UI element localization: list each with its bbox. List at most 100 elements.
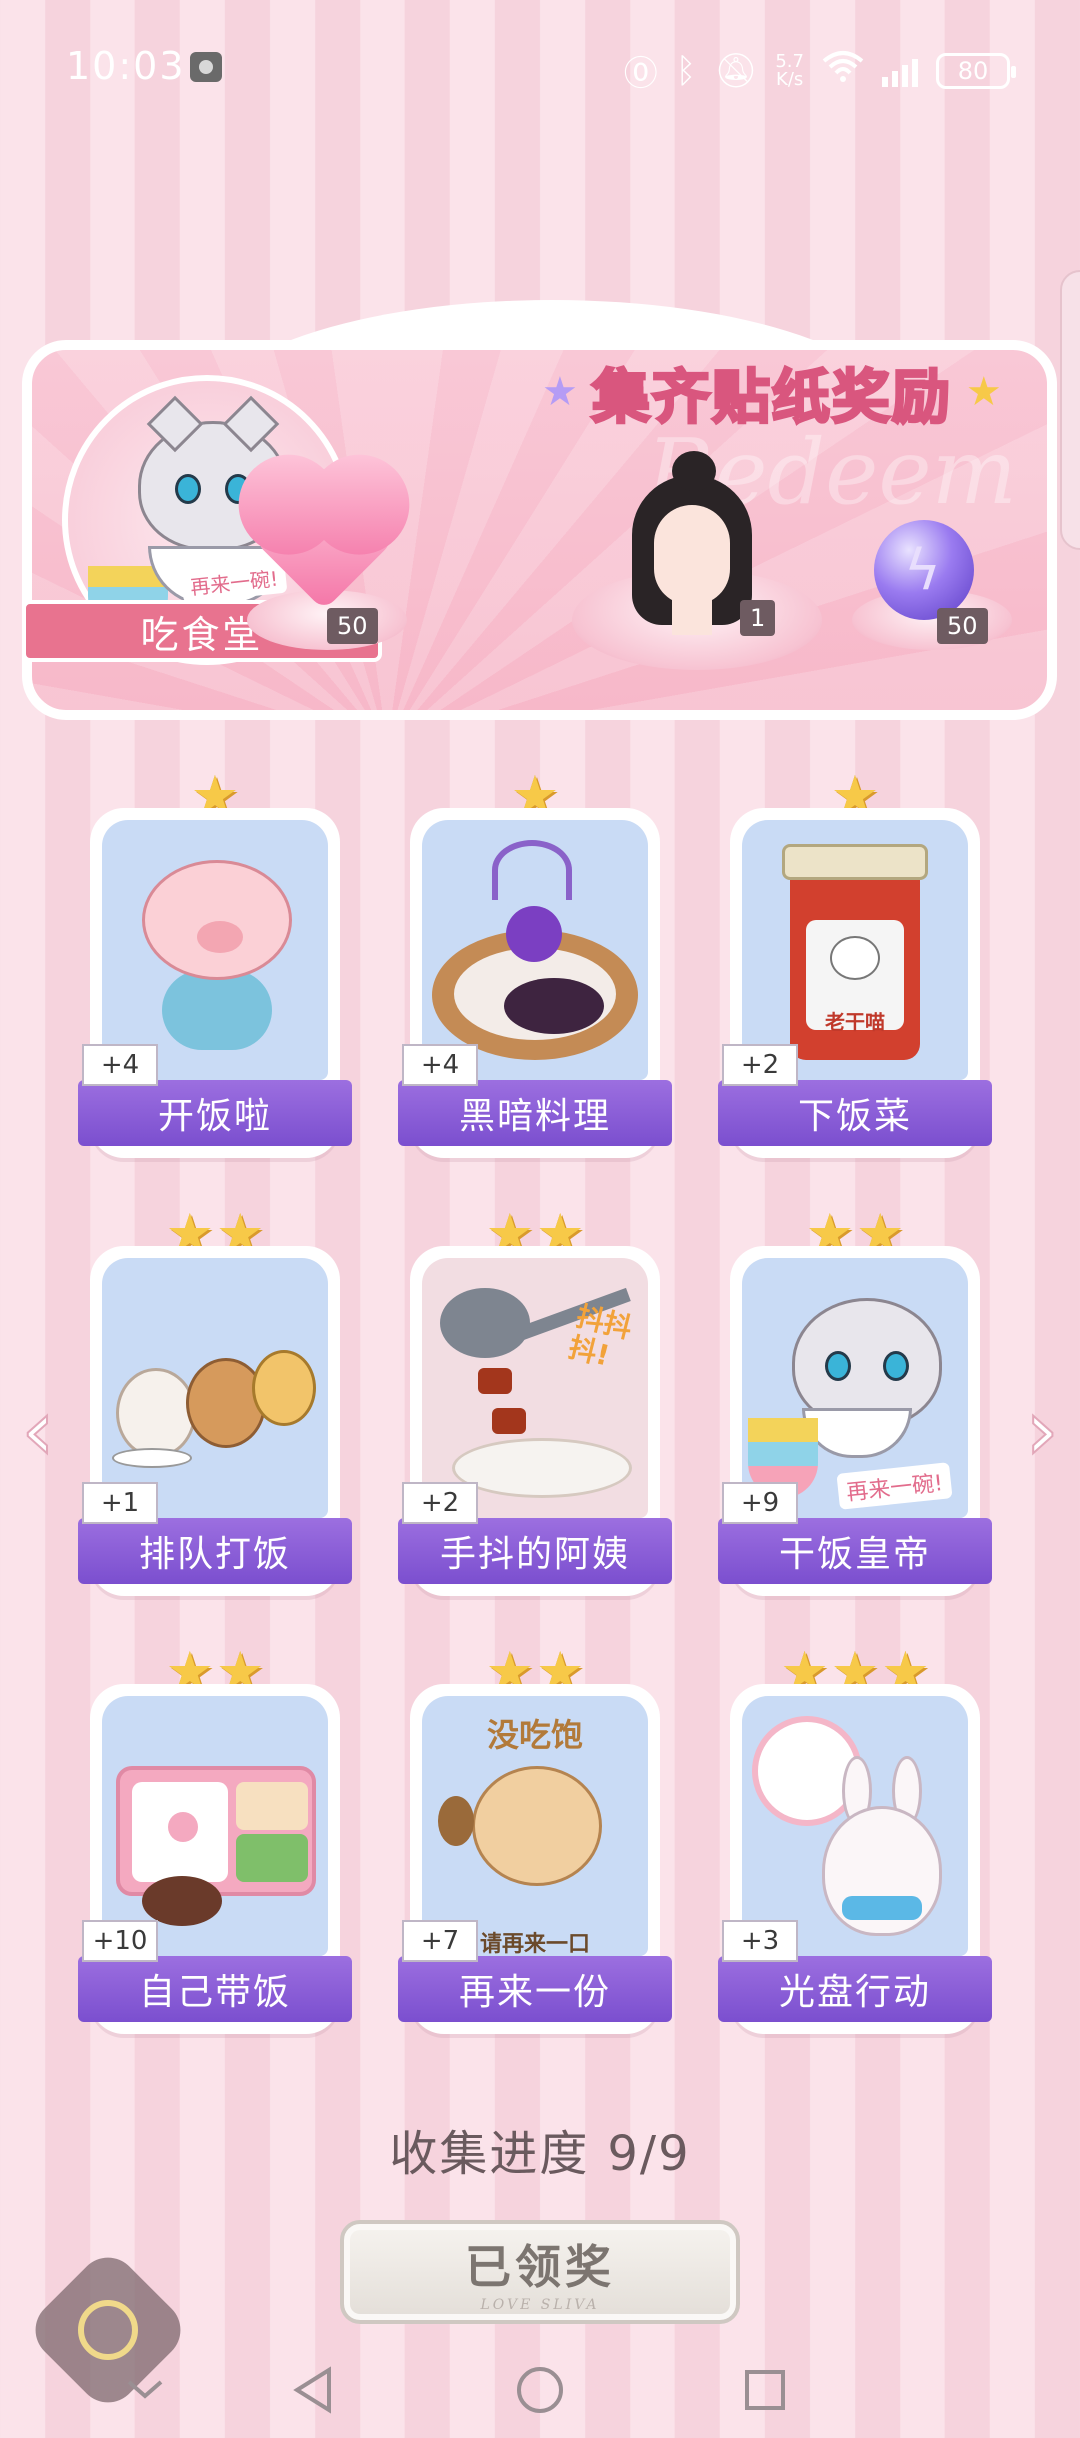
bento-box — [116, 1766, 316, 1896]
sticker-card[interactable]: ★ ★ 再来一碗! +9 干饭皇帝 — [718, 1206, 992, 1606]
pig-body — [162, 970, 272, 1050]
battery-level: 80 — [957, 56, 989, 85]
side-panel-handle[interactable] — [1060, 270, 1080, 550]
card-frame: 没吃饱 请再来一口 +7 再来一份 — [398, 1684, 672, 2034]
status-icons: ⓪ ᛒ 🔕︎ 5.7 K/s 80 — [623, 46, 1016, 95]
sticker-card[interactable]: ★ +4 开饭啦 — [78, 768, 352, 1168]
progress-value: 9/9 — [607, 2126, 691, 2182]
jar-lid — [782, 844, 928, 880]
card-frame: +3 光盘行动 — [718, 1684, 992, 2034]
side-dish — [236, 1782, 308, 1830]
card-frame: 抖抖抖! +2 手抖的阿姨 — [398, 1246, 672, 1596]
veggie-dish — [236, 1834, 308, 1882]
net-speed: 5.7 K/s — [775, 50, 804, 90]
pig-head — [142, 860, 292, 980]
sticker-label: 手抖的阿姨 — [398, 1518, 672, 1584]
nfc-icon: ⓪ — [623, 54, 658, 94]
bonus-badge: +1 — [82, 1482, 158, 1524]
status-bar: 10:03 ⓪ ᛒ 🔕︎ 5.7 K/s 80 — [0, 0, 1080, 130]
net-speed-unit: K/s — [776, 68, 804, 90]
clean-plate-illustration — [742, 1696, 968, 1956]
art-text: 没吃饱 — [486, 1716, 583, 1754]
camera-icon — [190, 52, 222, 82]
reward-count: 50 — [937, 608, 988, 644]
meat-icon — [492, 1408, 526, 1434]
back-icon[interactable] — [283, 2360, 343, 2420]
spoon-icon — [438, 1796, 474, 1846]
portrait-bun — [672, 451, 716, 491]
paw-icon — [168, 1812, 198, 1842]
pig-snout — [197, 921, 243, 953]
card-frame: +4 开饭啦 — [78, 808, 352, 1158]
sticker-label: 开饭啦 — [78, 1080, 352, 1146]
lightning-icon: ϟ — [904, 538, 941, 603]
system-nav-bar — [0, 2340, 1080, 2438]
sticker-card[interactable]: ★ ★ ★ +3 光盘行动 — [718, 1644, 992, 2044]
next-page-arrow-icon[interactable]: › — [1012, 1380, 1072, 1480]
art-text: 抖抖抖! — [565, 1299, 636, 1373]
ladle-icon — [440, 1288, 530, 1358]
sticker-label: 自己带饭 — [78, 1956, 352, 2022]
star-icon: ★ — [542, 369, 578, 415]
sticker-card[interactable]: ★ ★ +1 排队打饭 — [78, 1206, 352, 1606]
collection-progress: 收集进度 9/9 — [0, 2114, 1080, 2184]
sticker-label: 黑暗料理 — [398, 1080, 672, 1146]
portrait-avatar[interactable] — [632, 451, 752, 635]
art-text: 再来一碗! — [836, 1462, 953, 1510]
tray-icon — [112, 1448, 192, 1468]
reward-count: 50 — [327, 608, 378, 644]
dish — [452, 1438, 632, 1498]
reward-banner: Redeem ★ 集齐贴纸奖励 ★ 再来一碗! 吃食堂 50 1 ϟ 50 — [22, 300, 1057, 720]
dark-cuisine-illustration — [422, 820, 648, 1080]
scarf — [842, 1896, 922, 1920]
home-icon[interactable] — [510, 2360, 570, 2420]
steam-icon — [492, 840, 572, 900]
star-icon: ★ — [965, 369, 1002, 415]
sticker-label: 再来一份 — [398, 1956, 672, 2022]
sticker-card[interactable]: ★ +4 黑暗料理 — [398, 768, 672, 1168]
collapse-icon[interactable] — [115, 2360, 175, 2420]
purple-orb-icon[interactable]: ϟ — [874, 520, 974, 620]
recents-icon[interactable] — [735, 2360, 795, 2420]
reward-count: 1 — [740, 600, 776, 636]
sticker-card[interactable]: ★ 老干喵 +2 下饭菜 — [718, 768, 992, 1168]
card-frame: 再来一碗! +9 干饭皇帝 — [718, 1246, 992, 1596]
claimed-button[interactable]: 已领奖 LOVE SLIVA — [340, 2220, 740, 2324]
shaky-aunt-illustration: 抖抖抖! — [422, 1258, 648, 1518]
sticker-card[interactable]: ★ ★ +10 自己带饭 — [78, 1644, 352, 2044]
cat-eye — [175, 474, 201, 504]
cat-ear — [222, 395, 280, 453]
bonus-badge: +2 — [722, 1044, 798, 1086]
signal-icon — [882, 55, 918, 87]
meat-icon — [478, 1368, 512, 1394]
purple-food — [506, 906, 562, 962]
battery-icon: 80 — [936, 52, 1016, 89]
rice-section — [132, 1782, 228, 1882]
card-frame: +4 黑暗料理 — [398, 808, 672, 1158]
rice-king-illustration: 再来一碗! — [742, 1258, 968, 1518]
chili-jar-illustration: 老干喵 — [742, 820, 968, 1080]
net-speed-value: 5.7 — [775, 50, 804, 72]
mute-icon: 🔕︎ — [714, 50, 758, 91]
bonus-badge: +4 — [82, 1044, 158, 1086]
cat-ear — [146, 395, 204, 453]
card-frame: +1 排队打饭 — [78, 1246, 352, 1596]
card-frame: 老干喵 +2 下饭菜 — [718, 808, 992, 1158]
sticker-card[interactable]: ★ ★ 没吃饱 请再来一口 +7 再来一份 — [398, 1644, 672, 2044]
sticker-label: 干饭皇帝 — [718, 1518, 992, 1584]
sticker-card[interactable]: ★ ★ 抖抖抖! +2 手抖的阿姨 — [398, 1206, 672, 1606]
bonus-badge: +4 — [402, 1044, 478, 1086]
wifi-icon — [822, 49, 864, 92]
fox-icon — [252, 1350, 316, 1426]
cat-eye — [825, 1351, 851, 1381]
queue-animals-illustration — [102, 1258, 328, 1518]
claimed-button-sub: LOVE SLIVA — [480, 2297, 600, 2313]
cat-icon — [830, 936, 880, 980]
bonus-badge: +3 — [722, 1920, 798, 1962]
prev-page-arrow-icon[interactable]: ‹ — [8, 1380, 68, 1480]
banner-title-wrap: ★ 集齐贴纸奖励 ★ — [542, 350, 1002, 434]
bonus-badge: +9 — [722, 1482, 798, 1524]
bento-illustration — [102, 1696, 328, 1956]
banner-title: 集齐贴纸奖励 — [590, 362, 952, 433]
sticker-label: 光盘行动 — [718, 1956, 992, 2022]
